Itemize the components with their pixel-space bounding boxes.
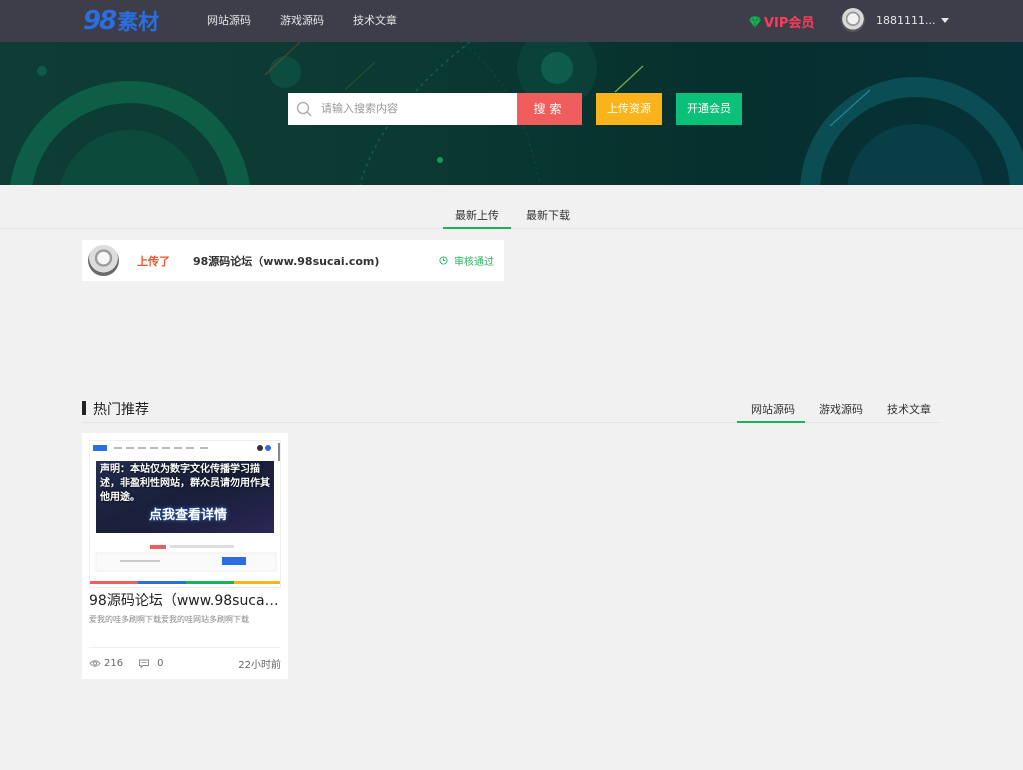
tab-latest-download[interactable]: 最新下载 bbox=[526, 207, 570, 223]
upload-resource-button[interactable]: 上传资源 bbox=[596, 93, 662, 125]
open-membership-button[interactable]: 开通会员 bbox=[676, 93, 742, 125]
search-icon bbox=[296, 101, 312, 117]
top-navbar: 98 素材 网站源码 游戏源码 技术文章 VIP会员 1881111... bbox=[0, 0, 1023, 42]
user-avatar[interactable] bbox=[841, 8, 865, 32]
upload-title-link[interactable]: 98源码论坛（www.98sucai.com) bbox=[193, 253, 439, 269]
section-title: 热门推荐 bbox=[93, 402, 149, 418]
hot-active-tab-indicator bbox=[737, 421, 805, 423]
thumbnail-notice: 声明：本站仅为数字文化传播学习描述，非盈利性网站，群众员请勿用作其他用途。 bbox=[100, 464, 270, 503]
post-time: 22小时前 bbox=[238, 659, 281, 671]
hot-tab-website-source[interactable]: 网站源码 bbox=[751, 401, 795, 417]
approval-status: 审核通过 bbox=[439, 253, 494, 268]
status-label: 审核通过 bbox=[454, 257, 494, 268]
logo-text: 素材 bbox=[117, 10, 160, 34]
card-title[interactable]: 98源码论坛（www.98sucai.com) bbox=[89, 590, 281, 610]
resource-card[interactable]: 声明：本站仅为数字文化传播学习描述，非盈利性网站，群众员请勿用作其他用途。 点我… bbox=[82, 433, 288, 679]
card-divider bbox=[89, 647, 281, 648]
logo-number: 98 bbox=[83, 6, 117, 36]
nav-item-website-source[interactable]: 网站源码 bbox=[207, 0, 251, 42]
search-box bbox=[288, 93, 517, 125]
card-footer: 216 0 22小时前 bbox=[89, 656, 281, 671]
card-description: 爱我的哇多刷啊下载爱我的哇网站多刷啊下载 bbox=[89, 615, 249, 624]
clock-icon bbox=[439, 256, 448, 265]
nav-item-tech-articles[interactable]: 技术文章 bbox=[353, 0, 397, 42]
vip-label: VIP会员 bbox=[764, 16, 815, 31]
hero-banner: 搜索 上传资源 开通会员 bbox=[0, 42, 1023, 185]
username[interactable]: 1881111... bbox=[876, 14, 935, 27]
tab-latest-upload[interactable]: 最新上传 bbox=[455, 207, 499, 223]
search-button[interactable]: 搜索 bbox=[517, 93, 582, 125]
hot-tab-tech-articles[interactable]: 技术文章 bbox=[887, 401, 931, 417]
thumbnail-cta-button: 点我查看详情 bbox=[148, 508, 227, 523]
main-nav: 网站源码 游戏源码 技术文章 bbox=[207, 0, 426, 42]
nav-item-game-source[interactable]: 游戏源码 bbox=[280, 0, 324, 42]
active-tab-indicator bbox=[443, 227, 511, 229]
upload-action-label: 上传了 bbox=[137, 254, 170, 268]
card-thumbnail[interactable]: 声明：本站仅为数字文化传播学习描述，非盈利性网站，群众员请勿用作其他用途。 点我… bbox=[89, 440, 281, 588]
user-menu[interactable]: 1881111... bbox=[841, 8, 950, 32]
comment-icon bbox=[139, 659, 150, 668]
vip-link[interactable]: VIP会员 bbox=[748, 12, 814, 31]
view-count: 216 bbox=[104, 657, 124, 669]
recent-upload-item[interactable]: 上传了 98源码论坛（www.98sucai.com) 审核通过 bbox=[82, 240, 504, 281]
uploader-avatar[interactable] bbox=[88, 245, 119, 276]
latest-tabs: 最新上传 最新下载 bbox=[0, 185, 1023, 229]
section-marker bbox=[82, 401, 86, 415]
hot-recommend-header: 热门推荐 网站源码 游戏源码 技术文章 bbox=[82, 394, 941, 423]
diamond-icon bbox=[749, 15, 761, 28]
search-input[interactable] bbox=[321, 95, 511, 123]
comment-count: 0 bbox=[157, 657, 164, 669]
hot-tab-game-source[interactable]: 游戏源码 bbox=[819, 401, 863, 417]
site-logo[interactable]: 98 素材 bbox=[83, 6, 159, 36]
chevron-down-icon[interactable] bbox=[941, 17, 950, 23]
eye-icon bbox=[89, 659, 101, 667]
